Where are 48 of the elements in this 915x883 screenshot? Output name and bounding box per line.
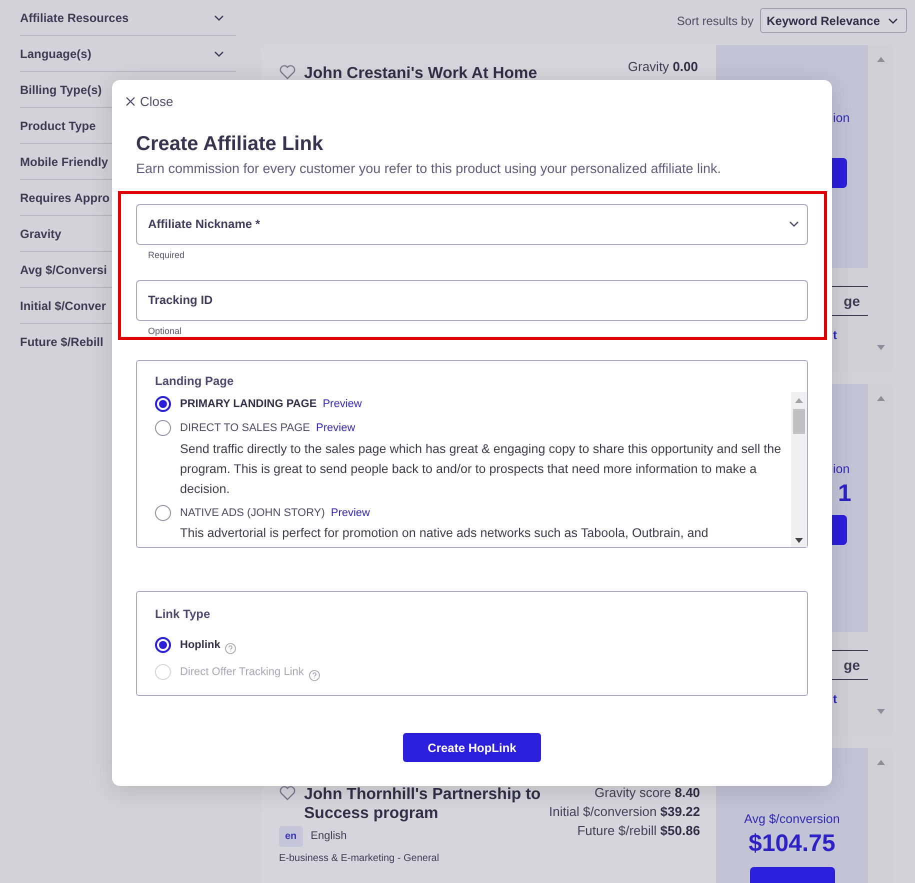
dialog-subtitle: Earn commission for every customer you refer to this product using your personalized affiliate link.	[136, 160, 722, 178]
stat-line: Initial $/conversion $39.22	[549, 803, 700, 821]
conversion-amount: $104.75	[748, 828, 836, 859]
stat-line: Gravity score 8.40	[594, 784, 700, 802]
section-legend: Link Type	[155, 604, 789, 622]
language-name: English	[310, 829, 347, 844]
preview-link[interactable]: Preview	[330, 504, 370, 521]
filter-label[interactable]: Billing Type(s)	[20, 80, 102, 98]
filter-label[interactable]: Requires Appro	[20, 188, 110, 206]
option-label[interactable]: Hoplink	[180, 636, 220, 654]
sort-label: Sort results by	[676, 12, 754, 30]
option-label[interactable]: DIRECT TO SALES PAGE	[180, 420, 310, 436]
stat-line: Future $/rebill $50.86	[576, 822, 700, 840]
category-text: E-business & E-marketing - General	[279, 853, 440, 865]
filter-label[interactable]: Mobile Friendly	[20, 152, 108, 170]
close-button[interactable]: Close	[126, 92, 174, 112]
nickname-select[interactable]: Affiliate Nickname *	[136, 204, 808, 244]
input-field[interactable]: Tracking ID	[136, 280, 808, 320]
conversion-label: Avg $/conversion	[744, 811, 840, 828]
filter-label[interactable]: Language(s)	[20, 44, 92, 62]
text-link[interactable]: t	[833, 690, 868, 708]
option-label: Direct Offer Tracking Link	[180, 664, 304, 680]
result-title[interactable]: John Thornhill's Partnership to Success program	[304, 785, 549, 823]
option-label[interactable]: NATIVE ADS (JOHN STORY)	[180, 504, 325, 521]
filter-label[interactable]: Affiliate Resources	[20, 8, 129, 26]
preview-link[interactable]: Preview	[322, 396, 362, 412]
filter-label[interactable]: Future $/Rebill	[20, 333, 104, 351]
option-description: This advertorial is perfect for promotion on native ads networks such as Taboola, Outbrain, and	[180, 525, 710, 542]
conversion-label: ion	[833, 461, 851, 478]
conversion-label: ion	[833, 110, 851, 127]
conversion-amount: 1	[838, 478, 852, 509]
text-link[interactable]: t	[833, 326, 868, 344]
language-badge: en	[279, 826, 303, 847]
result-title[interactable]: John Crestani's Work At Home	[304, 64, 549, 83]
create-hoplink-button[interactable]: Create HopLink	[403, 733, 541, 762]
option-label[interactable]: PRIMARY LANDING PAGE	[180, 396, 317, 412]
stat-line: Gravity 0.00	[628, 58, 698, 76]
dialog-title: Create Affiliate Link	[136, 132, 324, 156]
preview-link[interactable]: Preview	[316, 420, 356, 436]
filter-label[interactable]: Gravity	[20, 224, 62, 242]
filter-label[interactable]: Product Type	[20, 116, 96, 134]
sort-select[interactable]: Keyword Relevance	[760, 8, 907, 33]
filter-label[interactable]: Initial $/Conver	[20, 296, 106, 314]
filter-label[interactable]: Avg $/Conversi	[20, 260, 107, 278]
section-legend: Landing Page	[155, 374, 807, 388]
field-hint: Optional	[148, 326, 183, 336]
field-hint: Required	[148, 250, 186, 260]
option-description: Send traffic directly to the sales page which has great & engaging copy to share this opportunity and sell the program. This is great to send people back to and/or to prospects that need more information to make a decision.	[180, 440, 782, 498]
